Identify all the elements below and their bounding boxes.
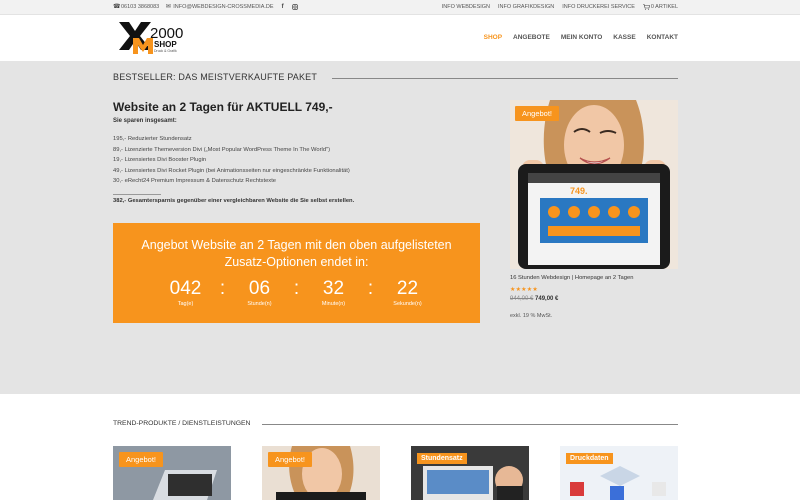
countdown-days: 042 Tag(e): [156, 278, 216, 308]
print-data-label: Druckdaten: [566, 453, 613, 464]
envelope-icon: ✉: [165, 4, 171, 10]
rating-stars: ★★★★★: [510, 287, 538, 293]
days-label: Tag(e): [177, 301, 194, 307]
link-info-webdesign[interactable]: INFO WEBDESIGN: [442, 4, 490, 10]
trend-title: TREND-PRODUKTE / DIENSTLEISTUNGEN: [113, 420, 251, 427]
countdown-seconds: 22 Sekunde(n): [378, 278, 438, 308]
countdown-minutes: 32 Minute(n): [304, 278, 364, 308]
trend-divider: [262, 424, 678, 425]
savings-item: 49,- Lizensiertes Divi Rocket Plugin (be…: [113, 167, 350, 174]
email-item[interactable]: ✉ INFO@WEBDESIGN-CROSSMEDIA.DE: [165, 4, 274, 10]
logo[interactable]: 2000 SHOP Druck & Grafik: [117, 20, 189, 56]
savings-item: 19,- Lizensiertes Divi Booster Plugin: [113, 157, 207, 164]
savings-item: 195,- Reduzierter Stundensatz: [113, 136, 192, 142]
screen-price: 749.: [570, 186, 588, 196]
trend-product-3[interactable]: Stundensatz: [411, 446, 529, 500]
trend-product-4[interactable]: Druckdaten: [560, 446, 678, 500]
instagram-icon[interactable]: [291, 4, 298, 10]
savings-intro: Sie sparen insgesamt:: [113, 118, 177, 124]
old-price: 944,00 €: [510, 296, 534, 302]
seconds-value: 22: [396, 278, 419, 299]
offer-heading: Website an 2 Tagen für AKTUELL 749,-: [113, 100, 333, 114]
phone-icon: ☎: [113, 4, 121, 10]
top-bar: ☎ 06103 3868083 ✉ INFO@WEBDESIGN-CROSSME…: [0, 0, 800, 15]
offer-badge: Angebot!: [268, 452, 312, 467]
tax-note: exkl. 19 % MwSt.: [510, 313, 553, 319]
savings-divider: [113, 194, 161, 195]
header: 2000 SHOP Druck & Grafik SHOP ANGEBOTE M…: [0, 15, 800, 61]
nav-kasse[interactable]: KASSE: [613, 34, 635, 41]
cart-link[interactable]: 0 ARTIKEL: [642, 4, 678, 10]
phone-number: 06103 3868083: [121, 4, 160, 10]
nav-kontakt[interactable]: KONTAKT: [647, 34, 678, 41]
section-divider: [332, 78, 678, 79]
logo-word: SHOP: [154, 40, 177, 49]
top-links: INFO WEBDESIGN INFO GRAFIKDESIGN INFO DR…: [442, 4, 678, 10]
product-image[interactable]: Angebot! 749.: [510, 100, 678, 269]
cart-count: 0 ARTIKEL: [650, 4, 678, 10]
facebook-icon[interactable]: f: [280, 4, 286, 10]
countdown-text: Angebot Website an 2 Tagen mit den oben …: [141, 238, 452, 269]
trend-product-2[interactable]: Angebot!: [262, 446, 380, 500]
countdown-hours: 06 Stunde(n): [230, 278, 290, 308]
contact-info: ☎ 06103 3868083 ✉ INFO@WEBDESIGN-CROSSME…: [113, 4, 298, 10]
email-address: INFO@WEBDESIGN-CROSSMEDIA.DE: [173, 4, 274, 10]
days-value: 042: [169, 278, 202, 299]
offer-badge: Angebot!: [515, 106, 559, 121]
savings-item: 30,- eRecht24 Premium Impressum & Datens…: [113, 178, 277, 185]
minutes-value: 32: [322, 278, 345, 299]
countdown-separator: :: [367, 278, 374, 299]
savings-item: 89,- Lizenzierte Themeversion Divi („Mos…: [113, 146, 331, 153]
link-info-druckerei[interactable]: INFO DRUCKEREI SERVICE: [562, 4, 635, 10]
cart-icon: [642, 4, 650, 10]
phone-item[interactable]: ☎ 06103 3868083: [113, 4, 159, 10]
countdown-separator: :: [293, 278, 300, 299]
offer-badge: Angebot!: [119, 452, 163, 467]
section-title: BESTSELLER: DAS MEISTVERKAUFTE PAKET: [113, 72, 318, 82]
nav-angebote[interactable]: ANGEBOTE: [513, 34, 550, 41]
nav-shop[interactable]: SHOP: [484, 34, 502, 41]
trend-product-1[interactable]: Angebot!: [113, 446, 231, 500]
minutes-label: Minute(n): [321, 301, 346, 307]
savings-total: 382,- Gesamtersparnis gegenüber einer ve…: [113, 198, 355, 204]
main-nav: SHOP ANGEBOTE MEIN KONTO KASSE KONTAKT: [484, 34, 678, 41]
hours-label: Stunde(n): [247, 301, 272, 307]
hourly-rate-label: Stundensatz: [417, 453, 467, 464]
countdown-separator: :: [219, 278, 226, 299]
link-info-grafikdesign[interactable]: INFO GRAFIKDESIGN: [498, 4, 554, 10]
new-price: 749,00 €: [535, 296, 559, 302]
countdown-box: Angebot Website an 2 Tagen mit den oben …: [113, 223, 480, 323]
logo-tagline: Druck & Grafik: [154, 49, 177, 53]
nav-mein-konto[interactable]: MEIN KONTO: [561, 34, 602, 41]
seconds-label: Sekunde(n): [393, 301, 422, 307]
savings-list: 195,- Reduzierter Stundensatz 89,- Lizen…: [113, 134, 350, 187]
hours-value: 06: [248, 278, 271, 299]
product-price: 944,00 € 749,00 €: [510, 296, 558, 302]
product-name[interactable]: 16 Stunden Webdesign | Homepage an 2 Tag…: [510, 275, 633, 281]
countdown-timer: 042 Tag(e) : 06 Stunde(n) : 32 Minute(n)…: [113, 278, 480, 308]
